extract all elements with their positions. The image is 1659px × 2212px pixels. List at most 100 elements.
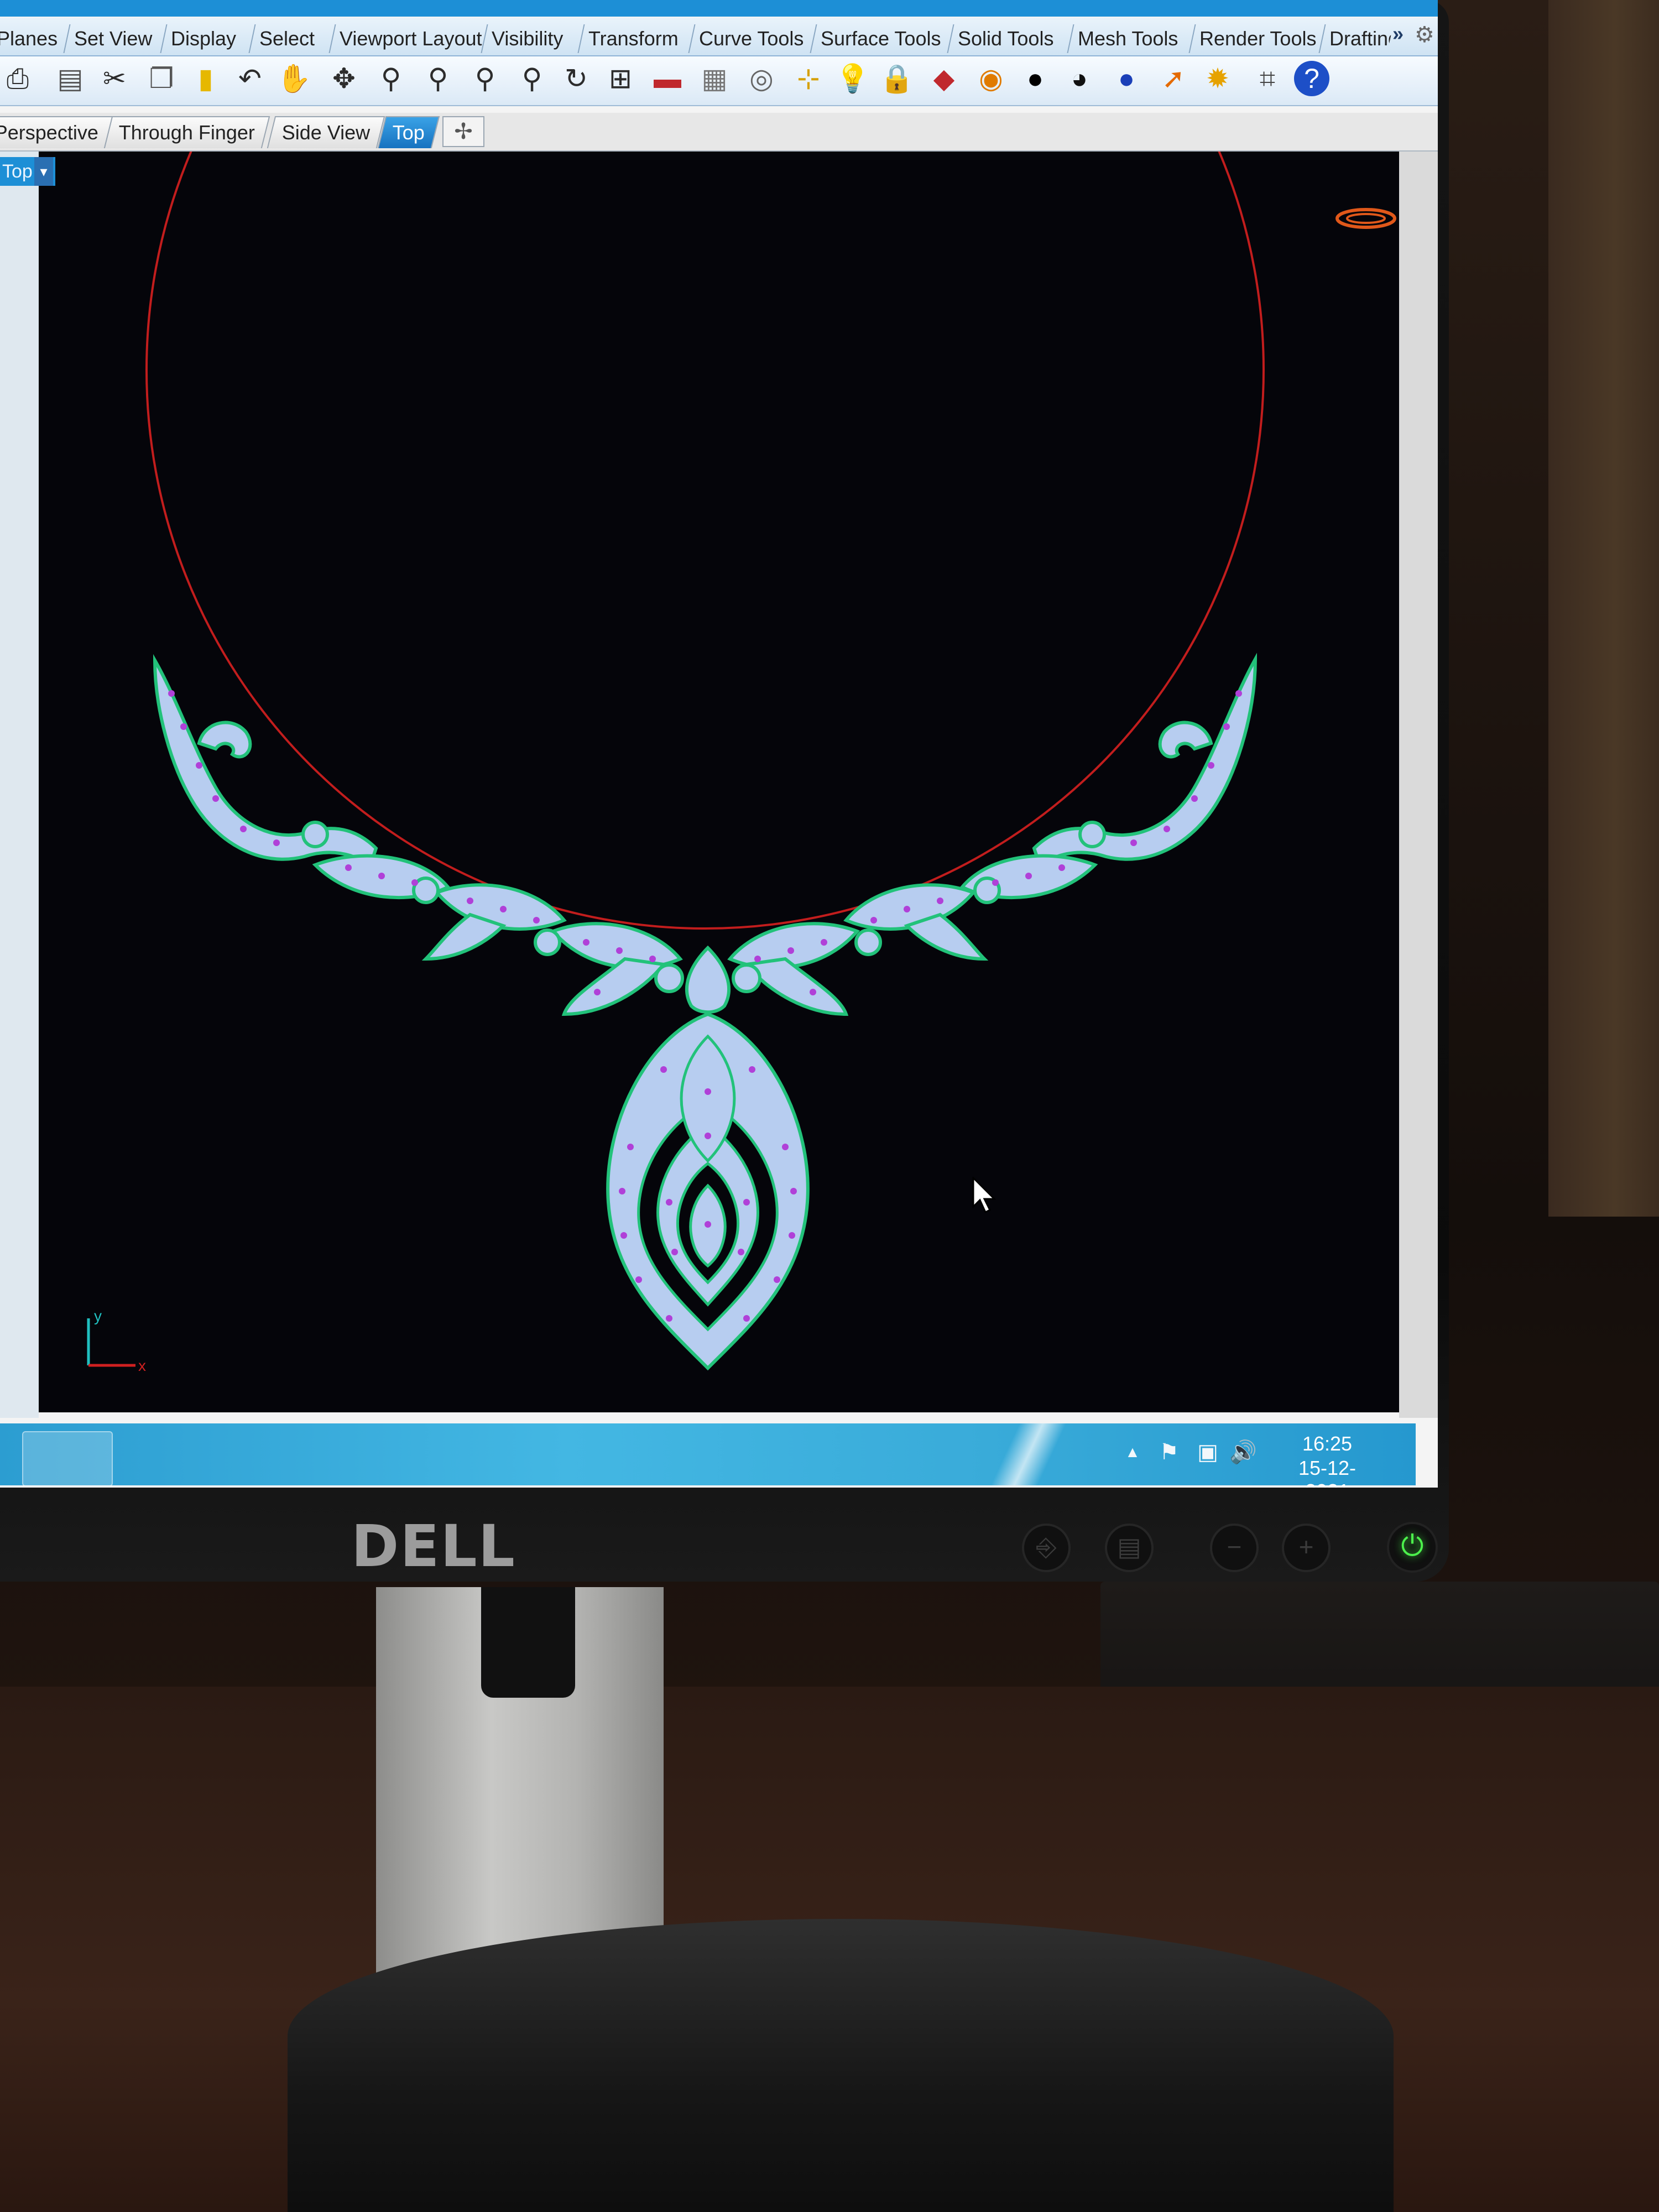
tab-display[interactable]: Display: [160, 24, 239, 53]
tab-render-tools[interactable]: Render Tools: [1188, 24, 1319, 53]
main-toolbar: ⎙ ▤ ✂ ❐ ▮ ↶ ✋ ✥ ⚲ ⚲ ⚲ ⚲ ↻ ⊞ ▬ ▦ ◎ ⊹ 💡 🔒 …: [0, 56, 1438, 106]
right-leaf-2: [843, 883, 977, 931]
left-scroll: [153, 654, 378, 868]
zoom-icon[interactable]: ⚲: [373, 61, 409, 96]
pendant-bail: [685, 945, 731, 1014]
pan-hand-icon[interactable]: ✋: [276, 61, 312, 96]
tab-perspective[interactable]: Perspective: [0, 116, 114, 148]
right-leaf-5: [904, 912, 989, 961]
orange-gumball-icon[interactable]: [1334, 206, 1398, 231]
undo-view-icon[interactable]: ↻: [559, 61, 594, 96]
zoom-selected-icon[interactable]: ⚲: [514, 61, 550, 96]
wall: [1548, 0, 1659, 1217]
osnap-icon[interactable]: ◎: [744, 61, 779, 96]
right-scroll-curl: [1158, 721, 1213, 759]
power-button[interactable]: ⏻: [1387, 1522, 1438, 1573]
tab-through-finger[interactable]: Through Finger: [103, 116, 270, 148]
zoom-extents-icon[interactable]: ⚲: [467, 61, 503, 96]
right-leaf-3: [727, 922, 860, 969]
network-icon[interactable]: ▣: [1192, 1437, 1223, 1468]
zoom-window-icon[interactable]: ⚲: [420, 61, 456, 96]
tab-top[interactable]: Top: [377, 116, 440, 148]
connector-stone: [301, 821, 329, 848]
color-wheel-icon[interactable]: ◉: [973, 61, 1009, 96]
taskbar-app-button[interactable]: [22, 1431, 113, 1486]
neck-guide-circle: [145, 0, 1265, 930]
clock-time[interactable]: 16:25: [1288, 1432, 1366, 1455]
tab-mesh-tools[interactable]: Mesh Tools: [1067, 24, 1181, 53]
mouse-cursor-icon: [972, 1177, 997, 1213]
printer-icon[interactable]: ⎙: [0, 61, 35, 96]
left-leaf-3: [550, 922, 683, 969]
monitor-logo: DELL: [351, 1512, 516, 1580]
four-viewports-icon[interactable]: ⊞: [603, 61, 638, 96]
blue-sphere-icon[interactable]: ●: [1109, 61, 1144, 96]
show-hidden-icons-icon[interactable]: ▲: [1117, 1437, 1148, 1468]
connector-stone: [534, 928, 561, 956]
monitor: Planes Set View Display Select Viewport …: [0, 0, 1449, 1582]
add-viewport-tab-icon[interactable]: ✢: [442, 116, 484, 147]
tab-surface-tools[interactable]: Surface Tools: [810, 24, 944, 53]
grid-icon[interactable]: ▦: [697, 61, 732, 96]
paste-icon[interactable]: ▤: [53, 61, 88, 96]
layout-icon[interactable]: ⌗: [1250, 61, 1285, 96]
monitor-minus-button[interactable]: −: [1210, 1524, 1259, 1572]
tab-transform[interactable]: Transform: [577, 24, 682, 53]
tab-planes[interactable]: Planes: [0, 24, 61, 53]
volume-icon[interactable]: 🔊: [1228, 1437, 1259, 1468]
connector-stone: [654, 963, 684, 993]
right-panel-edge: [1399, 152, 1438, 1418]
axis-indicator: [87, 1318, 135, 1367]
tab-viewport-layout[interactable]: Viewport Layout: [328, 24, 486, 53]
rotate-view-icon[interactable]: ✥: [326, 61, 362, 96]
left-panel-edge: [0, 152, 39, 1418]
tab-curve-tools[interactable]: Curve Tools: [688, 24, 807, 53]
shaded-sphere-icon[interactable]: ●: [1018, 61, 1053, 96]
left-leaf-5: [421, 912, 507, 961]
tab-drafting[interactable]: Drafting: [1318, 24, 1394, 53]
car-icon[interactable]: ▬: [650, 61, 685, 96]
copy-icon[interactable]: ❐: [144, 61, 179, 96]
tab-select[interactable]: Select: [248, 24, 318, 53]
monitor-input-button[interactable]: ⎆: [1022, 1524, 1071, 1572]
undo-icon[interactable]: ↶: [232, 61, 268, 96]
rendered-sphere-icon[interactable]: ◕: [1062, 61, 1097, 96]
viewport-tabs: Perspective Through Finger Side View Top: [0, 113, 1438, 152]
book-icon[interactable]: ◆: [926, 61, 962, 96]
left-scroll-curl: [197, 721, 252, 759]
title-bar: [0, 0, 1438, 17]
help-icon[interactable]: ?: [1294, 61, 1329, 96]
axis-y-label: y: [94, 1307, 102, 1324]
rocket-icon[interactable]: ➚: [1156, 61, 1191, 96]
action-center-flag-icon[interactable]: ⚑: [1154, 1437, 1185, 1468]
top-viewport[interactable]: y x: [39, 0, 1399, 1412]
light-bulb-icon[interactable]: 💡: [835, 61, 870, 96]
tab-side-view[interactable]: Side View: [267, 116, 385, 148]
point-icon[interactable]: ⊹: [791, 61, 826, 96]
monitor-plus-button[interactable]: +: [1282, 1524, 1331, 1572]
viewport-canvas: y x: [87, 0, 1265, 1374]
left-leaf-4: [561, 957, 667, 1016]
lock-icon[interactable]: 🔒: [879, 61, 915, 96]
gear-icon[interactable]: ⚙: [1415, 22, 1438, 51]
clipboard-icon[interactable]: ▮: [188, 61, 223, 96]
tab-solid-tools[interactable]: Solid Tools: [947, 24, 1057, 53]
chevron-down-icon[interactable]: ▾: [34, 157, 53, 186]
axis-x-label: x: [138, 1357, 146, 1374]
connector-stone: [854, 928, 882, 956]
toolbar-tabs: Planes Set View Display Select Viewport …: [0, 18, 1438, 56]
screen: Planes Set View Display Select Viewport …: [0, 0, 1438, 1488]
clock-date[interactable]: 15-12-2021: [1277, 1457, 1377, 1488]
left-leaf-2: [434, 883, 567, 931]
cut-icon[interactable]: ✂: [97, 61, 132, 96]
connector-stone: [1078, 821, 1106, 848]
monitor-stand-base: [288, 1919, 1394, 2212]
right-leaf-4: [743, 957, 849, 1016]
tab-visibility[interactable]: Visibility: [481, 24, 566, 53]
gear-settings-icon[interactable]: ✹: [1200, 61, 1235, 96]
connector-stone: [732, 963, 761, 993]
tab-set-view[interactable]: Set View: [63, 24, 155, 53]
more-tabs-icon[interactable]: »: [1392, 22, 1415, 51]
right-scroll: [1032, 653, 1258, 868]
monitor-menu-button[interactable]: ▤: [1105, 1524, 1154, 1572]
